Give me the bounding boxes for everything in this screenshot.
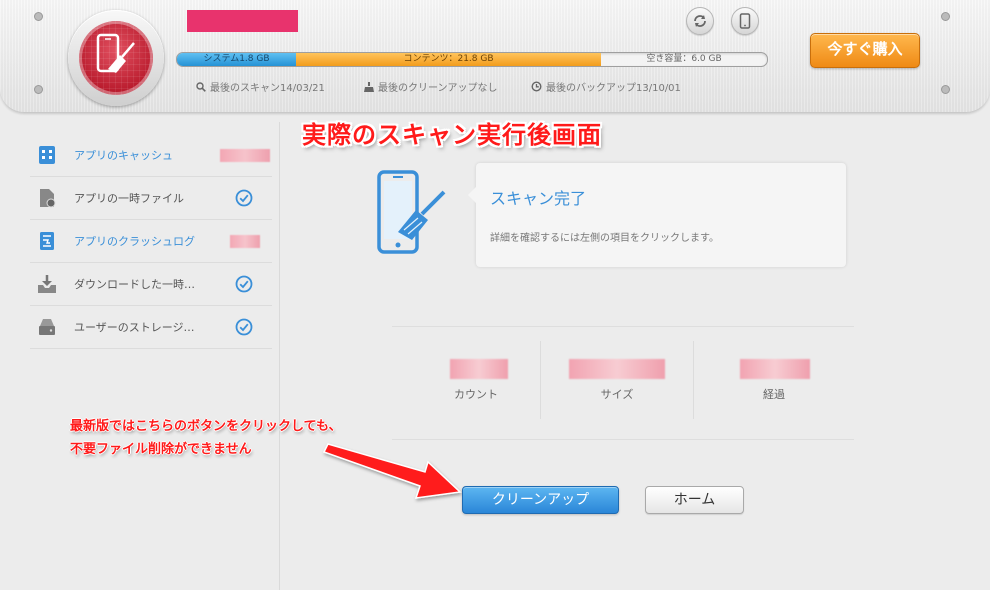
sidebar: アプリのキャッシュ アプリの一時ファイル アプリのクラッシュログ ダウンロードし… (30, 134, 272, 349)
phone-broom-icon (377, 170, 446, 254)
annotation-arrow-icon (322, 443, 462, 499)
scan-stats: カウント サイズ 経過 (392, 326, 854, 440)
sidebar-item-crash-log[interactable]: アプリのクラッシュログ (30, 220, 272, 263)
last-cleanup-info: 最後のクリーンアップなし (364, 79, 498, 94)
check-circle-icon (235, 318, 253, 336)
app-title-redacted (187, 10, 298, 32)
crash-log-icon (40, 232, 54, 250)
screw-decoration (941, 85, 950, 94)
last-backup-text: 最後のバックアップ13/10/01 (546, 83, 681, 94)
last-scan-text: 最後のスキャン14/03/21 (210, 83, 325, 94)
storage-bar: システム1.8 GB コンテンツ：21.8 GB 空き容量：6.0 GB (176, 52, 768, 67)
stat-elapsed: 経過 (694, 327, 854, 439)
buy-now-button[interactable]: 今すぐ購入 (810, 33, 920, 68)
scan-complete-title: スキャン完了 (490, 189, 587, 208)
download-icon (38, 275, 56, 293)
screw-decoration (34, 85, 43, 94)
check-circle-icon (235, 189, 253, 207)
sidebar-item-user-storage[interactable]: ユーザーのストレージ… (30, 306, 272, 349)
last-scan-info: 最後のスキャン14/03/21 (196, 79, 325, 94)
status-redacted (230, 235, 260, 248)
search-icon (196, 81, 206, 92)
temp-file-icon (40, 189, 56, 208)
app-logo (68, 10, 164, 106)
status-redacted (220, 149, 270, 162)
scan-result-box: スキャン完了 詳細を確認するには左側の項目をクリックします。 (468, 163, 846, 267)
scan-complete-subtitle: 詳細を確認するには左側の項目をクリックします。 (490, 233, 719, 244)
phone-broom-icon (96, 33, 135, 73)
storage-free-segment: 空き容量：6.0 GB (646, 54, 722, 64)
stat-count-label: カウント (454, 388, 498, 401)
annotation-title: 実際のスキャン実行後画面 (302, 121, 602, 149)
storage-icon (39, 319, 55, 335)
home-button[interactable]: ホーム (645, 486, 744, 514)
sidebar-item-label: ユーザーのストレージ… (74, 321, 195, 334)
sync-button[interactable] (686, 7, 714, 35)
storage-system-segment: システム1.8 GB (177, 53, 296, 66)
sidebar-item-downloads[interactable]: ダウンロードした一時… (30, 263, 272, 306)
value-redacted (450, 359, 508, 379)
broom-icon (364, 81, 374, 92)
stat-size-label: サイズ (600, 388, 634, 401)
last-backup-info: 最後のバックアップ13/10/01 (531, 79, 681, 94)
sidebar-item-label: アプリのクラッシュログ (74, 235, 195, 248)
sidebar-item-app-cache[interactable]: アプリのキャッシュ (30, 134, 272, 177)
sidebar-item-label: ダウンロードした一時… (74, 278, 195, 291)
sidebar-divider (279, 122, 280, 590)
sync-icon (694, 15, 706, 27)
sidebar-item-label: アプリのキャッシュ (74, 149, 173, 162)
stat-elapsed-label: 経過 (763, 388, 785, 401)
app-header: システム1.8 GB コンテンツ：21.8 GB 空き容量：6.0 GB 最後の… (0, 0, 990, 113)
stat-count: カウント (412, 327, 540, 439)
last-cleanup-text: 最後のクリーンアップなし (378, 83, 498, 94)
value-redacted (569, 359, 665, 379)
device-button[interactable] (731, 7, 759, 35)
screw-decoration (941, 12, 950, 21)
sidebar-item-label: アプリの一時ファイル (74, 192, 184, 205)
value-redacted (740, 359, 810, 379)
history-icon (531, 81, 542, 92)
screw-decoration (34, 12, 43, 21)
storage-content-segment: コンテンツ：21.8 GB (296, 53, 601, 66)
app-cache-icon (39, 146, 55, 164)
check-circle-icon (235, 275, 253, 293)
sidebar-item-temp-files[interactable]: アプリの一時ファイル (30, 177, 272, 220)
cleanup-button[interactable]: クリーンアップ (462, 486, 619, 514)
phone-icon (739, 13, 751, 29)
stat-size: サイズ (541, 327, 693, 439)
